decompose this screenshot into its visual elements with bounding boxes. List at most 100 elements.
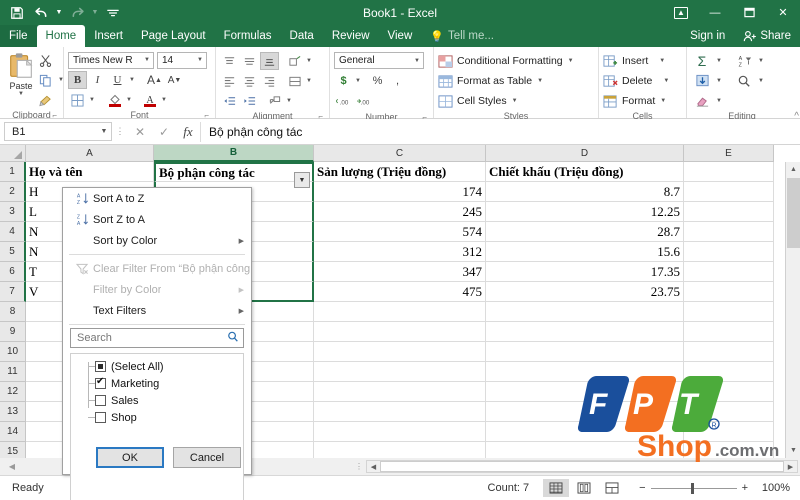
row-header-6[interactable]: 6 [0,262,26,282]
cell-d7[interactable]: 23.75 [486,282,684,302]
cell-c14[interactable] [314,422,486,442]
find-and-select-icon[interactable] [733,72,755,90]
zoom-slider[interactable] [650,482,737,494]
filter-arrow-button-b1[interactable]: ▼ [294,172,310,188]
bold-button[interactable]: B [68,71,87,89]
formula-bar-grip[interactable]: ⋮ [112,126,128,137]
cell-d9[interactable] [486,322,684,342]
copy-icon[interactable] [36,71,55,89]
decrease-indent-button[interactable] [220,92,239,110]
underline-button[interactable]: U [108,71,127,89]
ok-button[interactable]: OK [96,447,164,468]
cell-d10[interactable] [486,342,684,362]
column-header-d[interactable]: D [486,145,684,162]
list-item[interactable]: Shop [71,409,243,426]
tab-home[interactable]: Home [36,25,86,47]
merge-dropdown-caret[interactable]: ▼ [285,98,293,104]
underline-dropdown-caret[interactable]: ▼ [128,77,136,83]
italic-button[interactable]: I [88,71,107,89]
cell-c2[interactable]: 174 [314,182,486,202]
insert-function-icon[interactable]: fx [176,122,200,142]
decrease-font-size-button[interactable]: A ▼ [165,71,184,89]
row-header-11[interactable]: 11 [0,362,26,382]
decrease-decimal-button[interactable]: .00 [355,93,374,111]
percent-style-button[interactable]: % [368,72,387,90]
normal-view-button[interactable] [543,479,570,497]
align-left-button[interactable] [220,72,239,90]
filter-checkbox-shop[interactable] [95,412,106,423]
font-name-input[interactable]: Times New R ▼ [68,51,154,69]
align-bottom-button[interactable] [260,52,279,70]
undo-icon[interactable] [30,3,52,23]
page-break-view-button[interactable] [599,479,625,497]
zoom-in-button[interactable]: + [742,482,748,494]
tab-review[interactable]: Review [323,25,379,47]
align-center-button[interactable] [240,72,259,90]
autosum-dropdown-caret[interactable]: ▼ [715,58,723,64]
delete-cells-button[interactable]: Delete ▼ [603,72,672,90]
zoom-slider-thumb[interactable] [690,482,694,494]
increase-indent-button[interactable] [240,92,259,110]
tab-file[interactable]: File [0,25,37,47]
number-format-select[interactable]: General ▼ [334,52,424,69]
minimize-button[interactable]: — [698,0,732,25]
row-header-8[interactable]: 8 [0,302,26,322]
font-size-input[interactable]: 14 ▼ [157,51,207,69]
cell-e8[interactable] [684,302,774,322]
autosum-icon[interactable]: Σ [691,52,713,70]
row-header-12[interactable]: 12 [0,382,26,402]
row-header-10[interactable]: 10 [0,342,26,362]
find-select-dropdown-caret[interactable]: ▼ [757,78,765,84]
sort-filter-dropdown-caret[interactable]: ▼ [757,58,765,64]
formula-input[interactable]: Bộ phận công tác [200,121,796,142]
row-header-13[interactable]: 13 [0,402,26,422]
cell-c6[interactable]: 347 [314,262,486,282]
paste-button[interactable]: Paste ▼ [6,49,36,97]
row-header-2[interactable]: 2 [0,182,26,202]
ribbon-display-options-icon[interactable]: ▲ [664,0,698,25]
cell-c9[interactable] [314,322,486,342]
menu-item-filter-by-color[interactable]: Filter by Color ▶ [63,279,251,300]
clear-icon[interactable] [691,92,713,110]
fill-color-dropdown-caret[interactable]: ▼ [125,97,133,103]
cell-c11[interactable] [314,362,486,382]
redo-icon[interactable] [66,3,88,23]
cell-e4[interactable] [684,222,774,242]
cell-c10[interactable] [314,342,486,362]
orientation-dropdown-caret[interactable]: ▼ [305,58,313,64]
cell-e13[interactable] [684,402,774,422]
cell-c7[interactable]: 475 [314,282,486,302]
merge-and-center-button[interactable] [265,92,284,110]
maximize-restore-button[interactable] [732,0,766,25]
cell-b1[interactable]: Bộ phận công tác [154,162,314,182]
wrap-text-button[interactable] [285,72,304,90]
align-middle-button[interactable] [240,52,259,70]
cell-c12[interactable] [314,382,486,402]
paste-dropdown-caret[interactable]: ▼ [17,91,25,97]
filter-value-checklist[interactable]: (Select All) Marketing Sales Shop [70,353,244,500]
wrap-text-dropdown-caret[interactable]: ▼ [305,78,313,84]
row-header-1[interactable]: 1 [0,162,26,182]
comma-style-button[interactable]: , [388,72,407,90]
cell-d8[interactable] [486,302,684,322]
cell-styles-button[interactable]: Cell Styles ▼ [438,92,521,110]
cell-e10[interactable] [684,342,774,362]
cell-d1[interactable]: Chiết khấu (Triệu đồng) [486,162,684,182]
clear-dropdown-caret[interactable]: ▼ [715,98,723,104]
tab-data[interactable]: Data [281,25,323,47]
cut-icon[interactable] [36,51,55,69]
sort-and-filter-icon[interactable]: AZ [733,52,755,70]
format-as-table-button[interactable]: Format as Table ▼ [438,72,546,90]
cell-e9[interactable] [684,322,774,342]
cell-e1[interactable] [684,162,774,182]
split-handle[interactable]: ⋮ [352,462,366,471]
cancel-entry-icon[interactable]: ✕ [128,122,152,142]
align-right-button[interactable] [260,72,279,90]
cell-c13[interactable] [314,402,486,422]
row-header-5[interactable]: 5 [0,242,26,262]
cancel-button[interactable]: Cancel [173,447,241,468]
align-top-button[interactable] [220,52,239,70]
sign-in-button[interactable]: Sign in [681,25,734,47]
select-all-checkbox[interactable] [95,361,106,372]
tab-formulas[interactable]: Formulas [215,25,281,47]
